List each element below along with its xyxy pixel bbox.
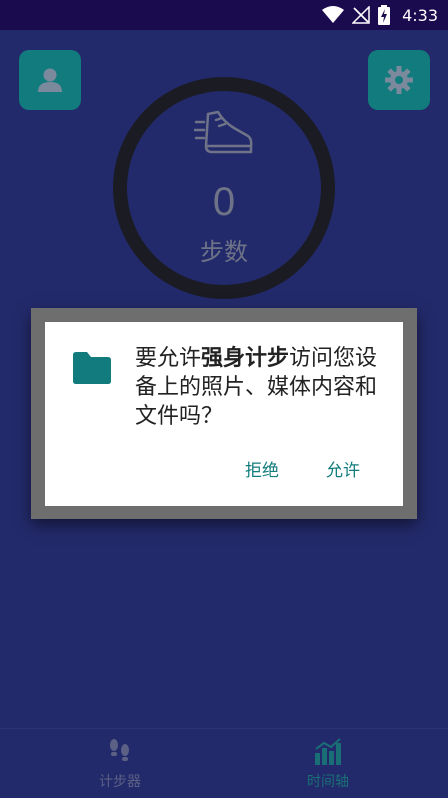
permission-dialog: 要允许强身计步访问您设备上的照片、媒体内容和文件吗？ 拒绝 允许: [45, 322, 403, 506]
dialog-message: 要允许强身计步访问您设备上的照片、媒体内容和文件吗？: [135, 344, 391, 431]
status-time: 4:33: [402, 5, 438, 25]
deny-button[interactable]: 拒绝: [245, 454, 279, 488]
no-signal-icon: [352, 6, 370, 24]
dialog-app-name: 强身计步: [201, 346, 290, 371]
dialog-message-prefix: 要允许: [135, 346, 202, 371]
wifi-icon: [322, 6, 345, 23]
footsteps-icon: [110, 739, 129, 761]
allow-button[interactable]: 允许: [326, 454, 360, 488]
nav-label-timeline: 时间轴: [307, 774, 349, 790]
bar-chart-icon: [315, 738, 341, 765]
battery-charging-icon: [378, 5, 391, 25]
nav-label-pedometer: 计步器: [99, 774, 141, 790]
nav-item-pedometer[interactable]: 计步器: [70, 737, 170, 791]
app-screen: 4:33 0 步数 要允许强身计步访问您设备上的照片、媒体内容和文件吗？ 拒绝 …: [0, 0, 448, 798]
bottom-navigation: 计步器 时间轴: [0, 728, 448, 798]
nav-item-timeline[interactable]: 时间轴: [278, 737, 378, 791]
dialog-actions: 拒绝 允许: [45, 454, 403, 488]
folder-icon: [73, 352, 111, 384]
status-bar: 4:33: [0, 0, 448, 30]
status-icons: 4:33: [322, 0, 438, 30]
